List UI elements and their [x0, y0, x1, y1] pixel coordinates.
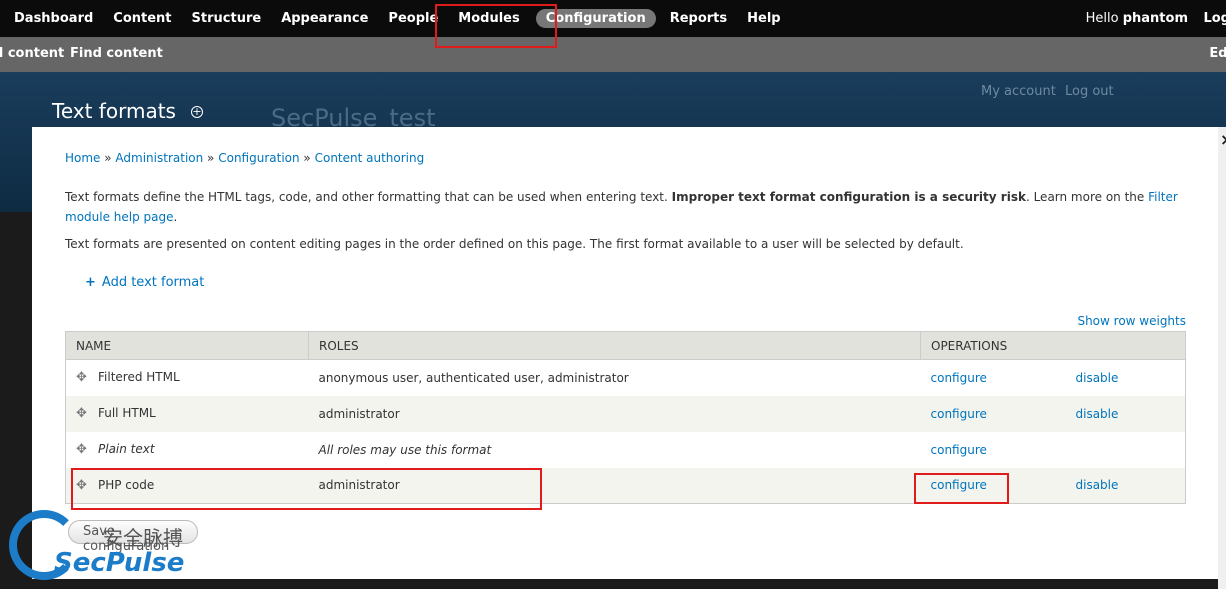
- format-name-cell: ✥ Full HTML: [65, 395, 309, 432]
- shortcut-find-content[interactable]: Find content: [70, 46, 163, 61]
- overlay-scrollbar[interactable]: [1218, 127, 1226, 589]
- help-text-part: . Learn more on the: [1025, 190, 1149, 204]
- breadcrumb-configuration[interactable]: Configuration: [218, 151, 299, 165]
- breadcrumb-home[interactable]: Home: [65, 151, 100, 165]
- configure-link[interactable]: configure: [931, 443, 987, 457]
- menu-reports[interactable]: Reports: [670, 11, 727, 26]
- menu-content[interactable]: Content: [113, 11, 171, 26]
- format-roles: All roles may use this format: [308, 431, 921, 468]
- annotation-box-configure: [914, 473, 1009, 504]
- close-icon[interactable]: ×: [1220, 130, 1226, 149]
- format-name: Plain text: [98, 442, 155, 456]
- annotation-box-php-code: [71, 468, 542, 510]
- table-row: ✥ Full HTML administrator configure disab…: [65, 395, 1186, 432]
- add-shortcut-icon[interactable]: +: [191, 106, 203, 118]
- shortcut-edit[interactable]: Edi: [1209, 46, 1226, 61]
- annotation-box-configuration: [435, 4, 557, 48]
- menu-dashboard[interactable]: Dashboard: [14, 11, 93, 26]
- watermark-en: SecPulse: [54, 548, 185, 578]
- empty-operation-cell: [1065, 431, 1186, 468]
- breadcrumb-administration[interactable]: Administration: [115, 151, 203, 165]
- format-roles: anonymous user, authenticated user, admi…: [308, 359, 921, 396]
- my-account-link[interactable]: My account: [981, 84, 1056, 99]
- disable-link[interactable]: disable: [1076, 407, 1119, 421]
- format-name: Full HTML: [98, 406, 156, 420]
- drag-handle-icon[interactable]: ✥: [76, 370, 90, 385]
- security-warning: Improper text format configuration is a …: [671, 190, 1026, 204]
- menu-structure[interactable]: Structure: [192, 11, 262, 26]
- breadcrumb-content-authoring[interactable]: Content authoring: [315, 151, 425, 165]
- configure-link[interactable]: configure: [931, 407, 987, 421]
- show-row-weights-link[interactable]: Show row weights: [1077, 314, 1186, 328]
- format-name: Filtered HTML: [98, 370, 180, 385]
- page-title: Text formats: [52, 99, 176, 123]
- disable-link[interactable]: disable: [1076, 371, 1119, 385]
- shortcuts-bar: d content Find content Edi: [0, 37, 1226, 72]
- plus-icon: +: [85, 275, 96, 290]
- order-description: Text formats are presented on content ed…: [65, 237, 964, 251]
- help-text: Text formats define the HTML tags, code,…: [65, 187, 1185, 227]
- format-name-cell: ✥ Filtered HTML: [65, 359, 309, 396]
- help-text-part: .: [173, 210, 178, 224]
- log-out-link[interactable]: Log out: [1065, 84, 1114, 99]
- configure-link[interactable]: configure: [931, 371, 987, 385]
- greeting-prefix: Hello: [1085, 11, 1123, 26]
- table-row: ✥ Plain text All roles may use this forma…: [65, 431, 1186, 468]
- breadcrumb-separator: »: [299, 151, 315, 165]
- drag-handle-icon[interactable]: ✥: [76, 406, 90, 421]
- breadcrumb-separator: »: [100, 151, 116, 165]
- format-roles: administrator: [308, 395, 921, 432]
- watermark-cn: 安全脉搏: [103, 526, 183, 550]
- help-text-part: Text formats define the HTML tags, code,…: [65, 190, 672, 204]
- column-header-name: Name: [65, 331, 309, 360]
- add-text-format-link[interactable]: + Add text format: [85, 275, 204, 290]
- shortcut-add-content[interactable]: d content: [0, 46, 64, 61]
- admin-toolbar: Dashboard Content Structure Appearance P…: [0, 0, 1226, 37]
- user-greeting[interactable]: Hello phantom: [1086, 11, 1188, 26]
- column-header-roles: Roles: [308, 331, 921, 360]
- menu-appearance[interactable]: Appearance: [281, 11, 368, 26]
- menu-help[interactable]: Help: [747, 11, 780, 26]
- menu-people[interactable]: People: [388, 11, 438, 26]
- toolbar-logout-link[interactable]: Log: [1203, 11, 1226, 26]
- add-text-format-label: Add text format: [101, 275, 205, 290]
- column-header-operations: Operations: [920, 331, 1186, 360]
- drag-handle-icon[interactable]: ✥: [76, 442, 90, 457]
- toolbar-menu: Dashboard Content Structure Appearance P…: [0, 0, 787, 37]
- breadcrumb: Home » Administration » Configuration » …: [65, 151, 424, 165]
- table-row: ✥ Filtered HTML anonymous user, authentic…: [65, 359, 1186, 396]
- breadcrumb-separator: »: [203, 151, 219, 165]
- format-name-cell: ✥ Plain text: [65, 431, 309, 468]
- disable-link[interactable]: disable: [1076, 478, 1119, 492]
- username: phantom: [1122, 11, 1188, 26]
